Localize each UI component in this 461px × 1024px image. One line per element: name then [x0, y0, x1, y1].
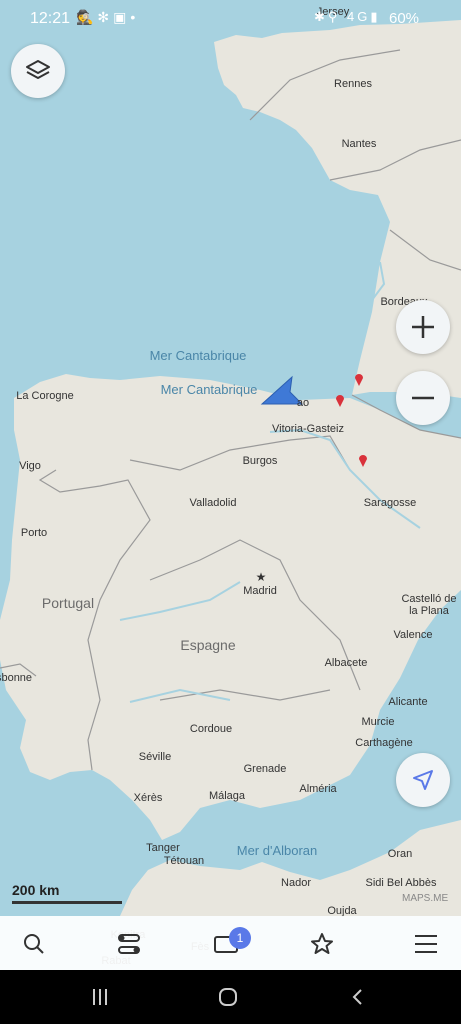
recent-apps-button[interactable]	[80, 982, 120, 1012]
nav-bookmarks-button[interactable]	[302, 924, 342, 964]
status-bar: 12:21 🕵✻▣• ✱⚲ 4G▮ 60%	[0, 0, 461, 38]
label-alicante: Alicante	[388, 696, 428, 708]
label-mer-alboran: Mer d'Alboran	[236, 843, 318, 858]
minus-icon	[412, 396, 434, 400]
label-vitoria: Vitoria-Gasteiz	[272, 423, 344, 435]
nav-route-button[interactable]	[109, 924, 149, 964]
label-burgos: Burgos	[242, 455, 278, 467]
nav-search-button[interactable]	[14, 924, 54, 964]
back-icon	[352, 989, 362, 1005]
system-navigation-bar	[0, 970, 461, 1024]
label-saragosse: Saragosse	[363, 497, 417, 509]
maps-me-watermark: MAPS.ME	[402, 893, 449, 904]
my-position-button[interactable]	[396, 753, 450, 807]
label-vigo: Vigo	[19, 460, 41, 472]
status-right-icons: ✱⚲ 4G▮	[314, 9, 381, 24]
label-xeres: Xérès	[133, 792, 163, 804]
label-almeria: Alméria	[299, 783, 337, 795]
label-bilbao: ao	[296, 397, 310, 409]
zoom-in-button[interactable]	[396, 300, 450, 354]
layers-button[interactable]	[11, 44, 65, 98]
label-sidi-bel-abbes: Sidi Bel Abbès	[365, 877, 437, 889]
zoom-out-button[interactable]	[396, 371, 450, 425]
plus-icon	[412, 316, 434, 338]
star-icon	[311, 933, 333, 954]
route-icon	[118, 934, 140, 954]
label-tanger: Tanger	[146, 842, 180, 854]
search-icon	[24, 934, 44, 954]
label-mer-cantabrique-2: Mer Cantabrique	[160, 382, 258, 397]
label-mer-cantabrique-1: Mer Cantabrique	[149, 348, 247, 363]
label-nantes: Nantes	[341, 138, 377, 150]
label-rennes: Rennes	[334, 78, 372, 90]
notification-badge: 1	[229, 927, 251, 949]
scale-label: 200 km	[12, 882, 60, 898]
label-madrid: Madrid	[243, 585, 277, 597]
label-grenade: Grenade	[243, 763, 287, 775]
label-portugal: Portugal	[41, 595, 95, 611]
label-castello-2: la Plana	[409, 605, 449, 617]
status-time: 12:21	[30, 10, 71, 27]
hamburger-menu-icon	[415, 935, 437, 953]
label-cordoue: Cordoue	[189, 723, 233, 735]
label-tetouan: Tétouan	[163, 855, 205, 867]
layers-icon	[26, 60, 50, 79]
label-la-corogne: La Corogne	[16, 390, 74, 402]
label-albacete: Albacete	[324, 657, 368, 669]
back-button[interactable]	[338, 982, 378, 1012]
scale-bar: 200 km	[12, 882, 122, 904]
label-seville: Séville	[138, 751, 172, 763]
label-valence: Valence	[393, 629, 433, 641]
label-oran: Oran	[387, 848, 413, 860]
map-canvas[interactable]	[0, 0, 461, 1024]
label-valladolid: Valladolid	[189, 497, 237, 509]
label-espagne: Espagne	[180, 637, 236, 653]
scale-line	[12, 901, 122, 904]
label-porto: Porto	[20, 527, 48, 539]
recent-apps-icon	[93, 989, 107, 1005]
battery-percent: 60%	[389, 10, 420, 27]
capital-star-marker: ★	[255, 570, 267, 584]
label-castello: Castelló de	[401, 593, 457, 605]
nav-menu-button[interactable]	[406, 924, 446, 964]
label-nador: Nador	[281, 877, 311, 889]
label-carthagene: Carthagène	[355, 737, 413, 749]
label-murcie: Murcie	[361, 716, 395, 728]
home-icon	[219, 988, 237, 1006]
home-button[interactable]	[208, 982, 248, 1012]
label-lisbonne: sbonne	[0, 672, 33, 684]
navigation-arrow-icon	[413, 770, 433, 790]
label-malaga: Málaga	[208, 790, 246, 802]
status-left-icons: 🕵✻▣•	[76, 9, 140, 25]
